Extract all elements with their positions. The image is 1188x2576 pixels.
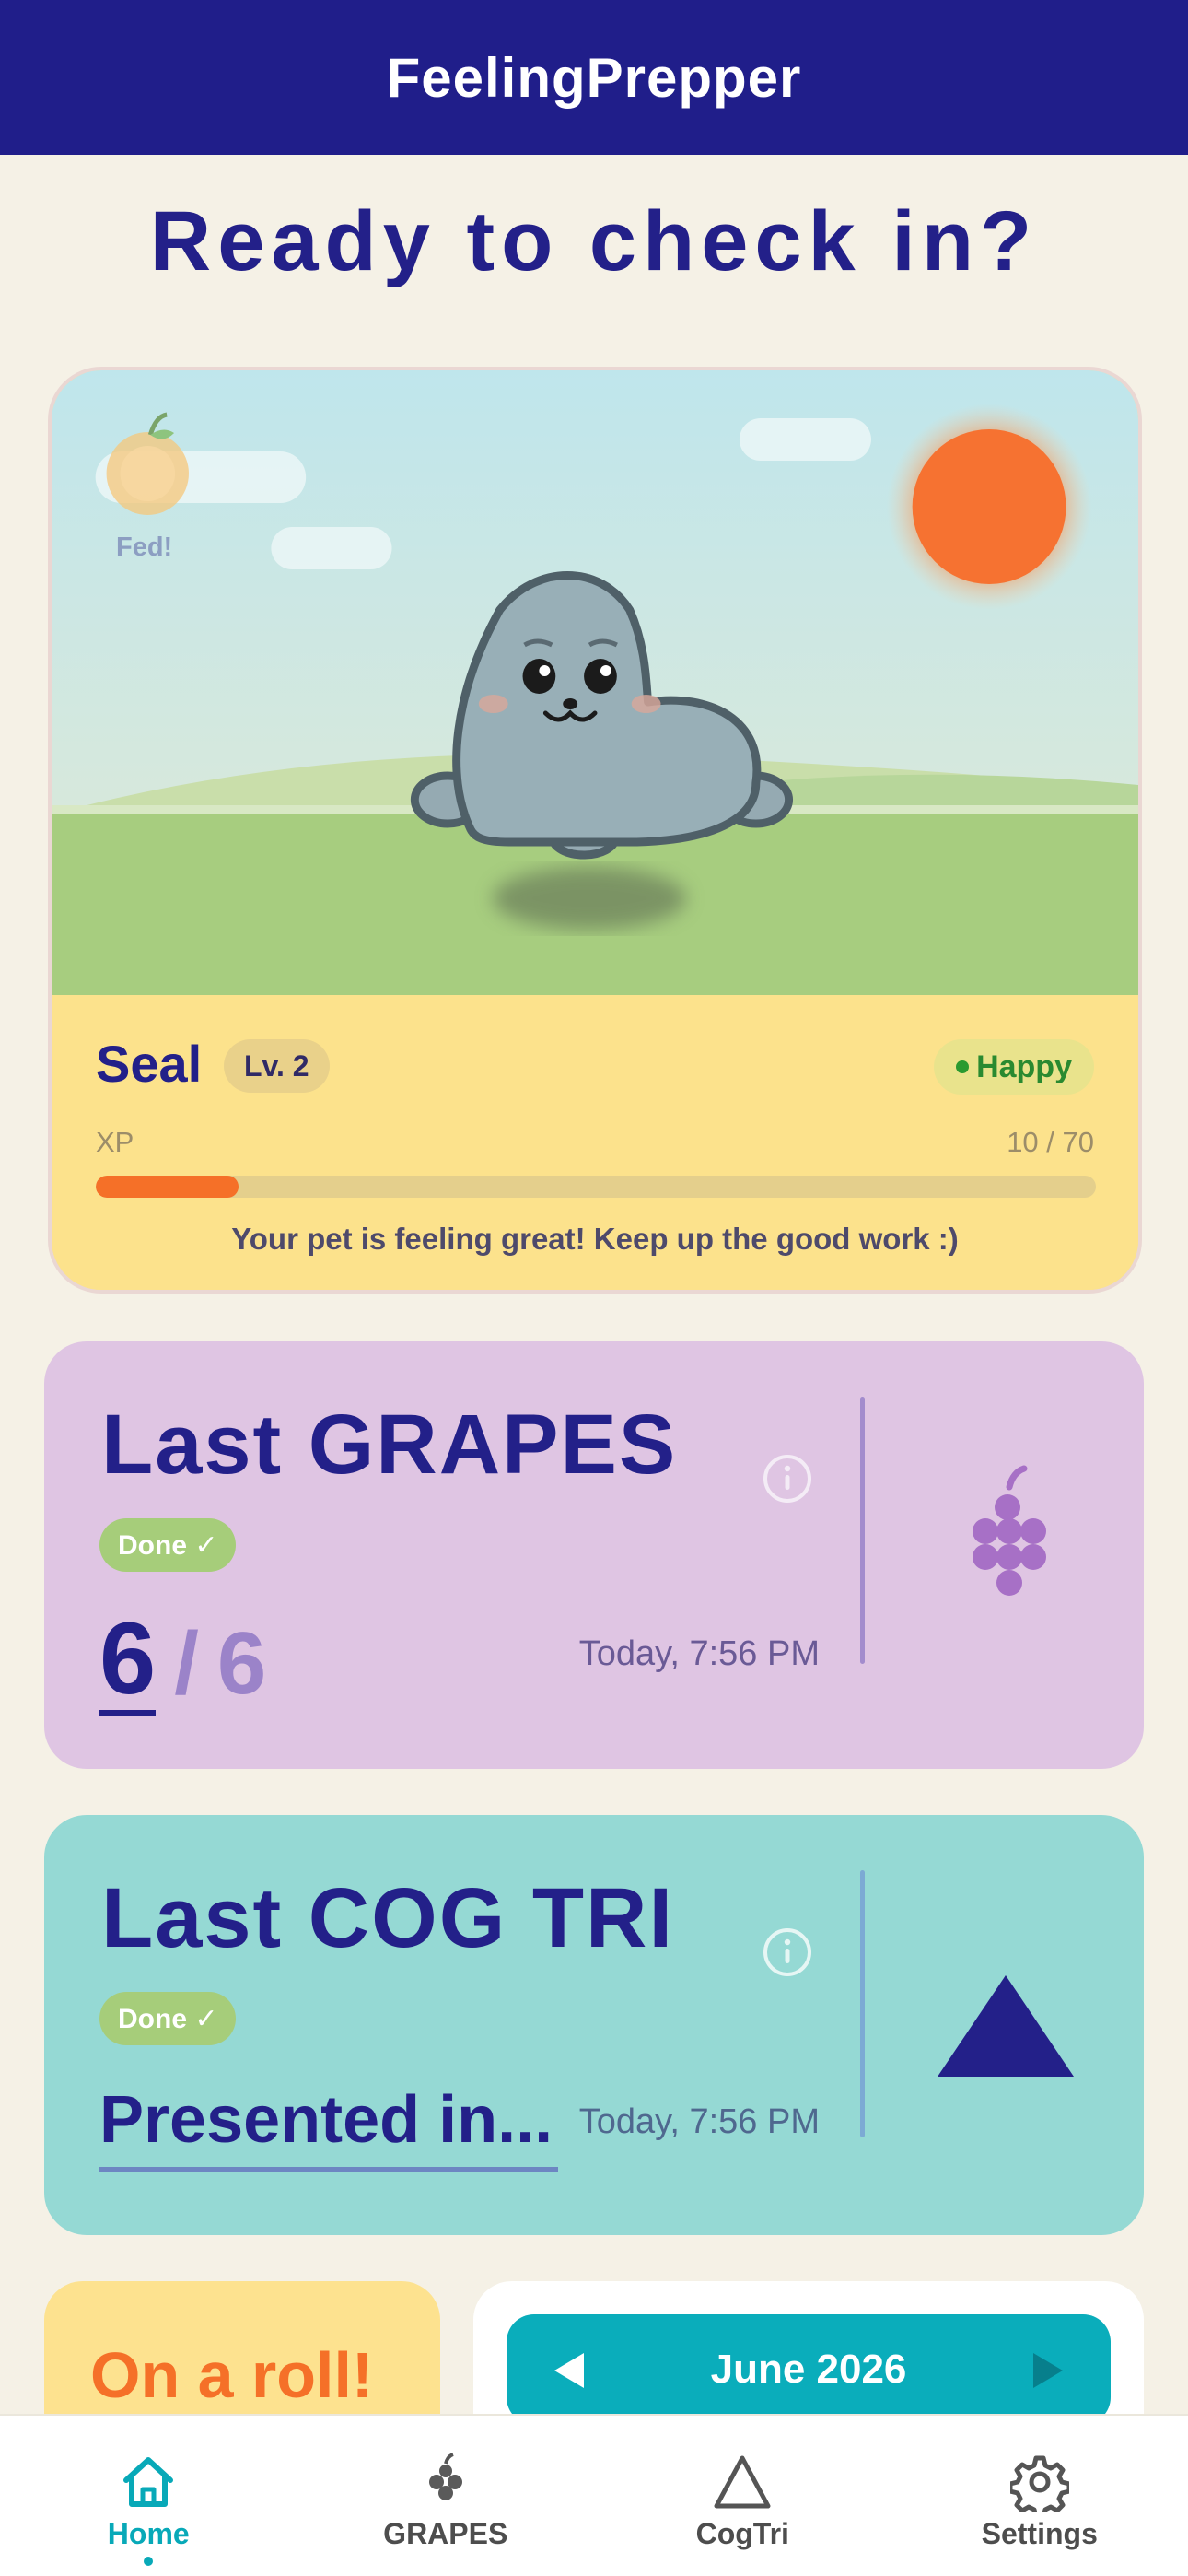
fed-label: Fed! [116, 533, 173, 562]
cogtri-done-badge: Done ✓ [99, 1992, 237, 2045]
grapes-icon [973, 1465, 1046, 1596]
pet-info: Seal Lv. 2 Happy XP 10 / 70 Your pet is … [52, 995, 1138, 1290]
calendar-header: June 2026 [507, 2314, 1111, 2425]
nav-label-settings: Settings [981, 2517, 1098, 2550]
last-grapes-card[interactable]: Last GRAPES Done ✓ 6 / 6 Today, 7:56 PM [44, 1341, 1144, 1769]
pet-name: Seal [96, 1035, 203, 1093]
nav-active-indicator [144, 2557, 154, 2566]
pet-scene: Fed! [52, 370, 1138, 995]
streak-text: On a roll! [90, 2339, 374, 2411]
info-icon[interactable] [763, 1454, 812, 1504]
grapes-icon [428, 2453, 462, 2500]
grapes-score-total: 6 [216, 1614, 267, 1713]
grapes-score: 6 / 6 [99, 1609, 266, 1716]
nav-label-home: Home [107, 2517, 190, 2550]
pet-scene-illustration [52, 370, 1138, 995]
grapes-done-badge: Done ✓ [99, 1518, 237, 1572]
last-cogtri-card[interactable]: Last COG TRI Done ✓ Presented in... Toda… [44, 1815, 1144, 2235]
home-icon [123, 2457, 174, 2507]
page-headline: Ready to check in? [149, 194, 1039, 288]
cogtri-entry-text: Presented in... [99, 2082, 558, 2172]
nav-label-cogtri: CogTri [695, 2517, 789, 2550]
nav-item-home[interactable]: Home [0, 2416, 297, 2576]
grapes-card-title: Last GRAPES [101, 1398, 678, 1492]
xp-progress-bar [96, 1176, 1096, 1198]
cogtri-card-divider [860, 1870, 865, 2137]
grapes-score-separator: / [174, 1614, 199, 1713]
app-title: FeelingPrepper [386, 46, 802, 109]
triangle-icon [714, 2455, 771, 2509]
pet-status-message: Your pet is feeling great! Keep up the g… [231, 1222, 959, 1256]
nav-label-grapes: GRAPES [383, 2517, 508, 2550]
cogtri-card-title: Last COG TRI [101, 1871, 675, 1965]
level-badge: Lv. 2 [224, 1039, 330, 1093]
xp-label: XP [96, 1126, 134, 1158]
bottom-navigation: Home GRAPES CogTri Settings [0, 2414, 1188, 2576]
nav-item-grapes[interactable]: GRAPES [297, 2416, 595, 2576]
grapes-timestamp: Today, 7:56 PM [578, 1634, 820, 1673]
mood-text: Happy [976, 1048, 1072, 1084]
info-icon[interactable] [763, 1927, 812, 1977]
cogtri-timestamp: Today, 7:56 PM [578, 2102, 820, 2141]
triangle-icon [938, 1975, 1074, 2077]
mood-badge: Happy [934, 1039, 1094, 1095]
nav-item-settings[interactable]: Settings [891, 2416, 1188, 2576]
mood-dot-icon [956, 1060, 970, 1073]
chevron-right-icon[interactable] [1031, 2351, 1065, 2390]
pet-card[interactable]: Fed! Seal Lv. 2 Happy XP 10 / 70 Your pe… [48, 367, 1142, 1294]
calendar-month-label: June 2026 [710, 2347, 907, 2392]
xp-value: 10 / 70 [1007, 1126, 1094, 1158]
gear-icon [1009, 2455, 1069, 2512]
grapes-score-value: 6 [99, 1602, 157, 1716]
grapes-card-divider [860, 1397, 865, 1664]
app-bar: FeelingPrepper [0, 0, 1188, 155]
xp-progress-fill [96, 1176, 239, 1198]
nav-item-cogtri[interactable]: CogTri [594, 2416, 891, 2576]
